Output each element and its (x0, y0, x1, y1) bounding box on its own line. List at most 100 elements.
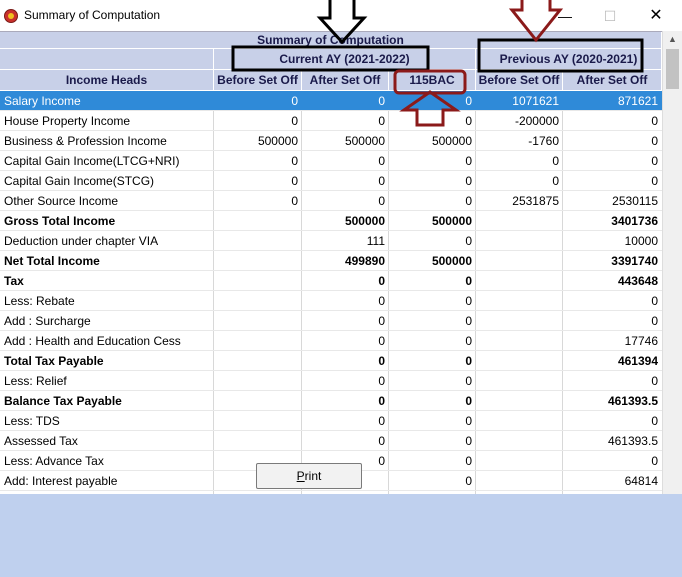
table-row[interactable]: Capital Gain Income(LTCG+NRI) 0 0 0 0 0 (0, 151, 662, 171)
row-value-cell: 0 (378, 434, 385, 448)
row-value-cell (476, 451, 563, 471)
window-title: Summary of Computation (24, 8, 161, 22)
row-value-cell: 871621 (617, 94, 658, 108)
row-value-cell: 500000 (257, 134, 298, 148)
row-income-head: Other Source Income (4, 194, 119, 208)
row-value-cell: 0 (465, 174, 472, 188)
computation-grid: Summary of Computation Current AY (2021-… (0, 31, 662, 495)
table-row[interactable]: Net Total Income 499890 500000 3391740 (0, 251, 662, 271)
group-header-previous-ay: Previous AY (2020-2021) (476, 49, 662, 70)
col-header-current-after[interactable]: After Set Off (302, 70, 389, 91)
row-value-cell: 0 (465, 234, 472, 248)
row-value-cell: 0 (465, 114, 472, 128)
row-value-cell: 0 (378, 414, 385, 428)
row-value-cell: 461394 (617, 354, 658, 368)
vertical-scrollbar[interactable]: ▲ (662, 31, 682, 494)
col-header-previous-before[interactable]: Before Set Off (476, 70, 563, 91)
table-row[interactable]: Assessed Tax 0 0 461393.5 (0, 431, 662, 451)
row-value-cell: 499890 (344, 254, 385, 268)
row-value-cell: 3391740 (611, 254, 658, 268)
minimize-button[interactable]: — (545, 4, 585, 28)
row-income-head: Gross Total Income (4, 214, 116, 228)
row-value-cell: 0 (291, 154, 298, 168)
table-row[interactable]: Deduction under chapter VIA 111 0 10000 (0, 231, 662, 251)
row-value-cell: -200000 (514, 114, 559, 128)
row-value-cell: 0 (465, 154, 472, 168)
row-value-cell: 443648 (617, 274, 658, 288)
row-income-head: Less: Rebate (4, 294, 75, 308)
close-button[interactable]: ✕ (636, 4, 676, 28)
row-value-cell (476, 371, 563, 391)
scroll-thumb[interactable] (666, 49, 679, 89)
row-value-cell (476, 271, 563, 291)
row-value-cell (214, 411, 302, 431)
row-value-cell: 461393.5 (607, 394, 658, 408)
footer-panel (0, 494, 682, 577)
table-row[interactable]: Less: TDS 0 0 0 (0, 411, 662, 431)
col-header-income-heads[interactable]: Income Heads (0, 70, 214, 91)
row-value-cell: 0 (651, 174, 658, 188)
row-value-cell: 0 (378, 394, 385, 408)
row-value-cell: 0 (378, 274, 385, 288)
table-row[interactable]: Less: Relief 0 0 0 (0, 371, 662, 391)
print-accelerator: P (296, 469, 305, 483)
row-value-cell: 64814 (624, 474, 658, 488)
row-income-head: Add : Health and Education Cess (4, 334, 181, 348)
table-row[interactable]: Balance Tax Payable 0 0 461393.5 (0, 391, 662, 411)
row-value-cell: 2531875 (512, 194, 559, 208)
maximize-button[interactable]: ☐ (590, 4, 630, 28)
row-value-cell: 0 (552, 174, 559, 188)
row-value-cell (214, 331, 302, 351)
table-row[interactable]: Tax 0 0 443648 (0, 271, 662, 291)
row-value-cell: 3401736 (611, 214, 658, 228)
row-income-head: Less: Relief (4, 374, 67, 388)
table-row[interactable]: Add : Surcharge 0 0 0 (0, 311, 662, 331)
row-value-cell: 0 (651, 314, 658, 328)
row-value-cell (214, 431, 302, 451)
row-value-cell: 0 (378, 294, 385, 308)
group-header-current-ay: Current AY (2021-2022) (214, 49, 476, 70)
row-value-cell: 0 (291, 194, 298, 208)
print-button[interactable]: Print (256, 463, 362, 489)
row-value-cell: 0 (465, 454, 472, 468)
row-value-cell: 0 (651, 374, 658, 388)
row-income-head: Deduction under chapter VIA (4, 234, 159, 248)
row-value-cell: 0 (465, 474, 472, 488)
row-income-head: Net Total Income (4, 254, 100, 268)
row-value-cell: 0 (465, 294, 472, 308)
table-row[interactable]: Salary Income 0 0 0 1071621 871621 (0, 91, 662, 111)
row-income-head: Assessed Tax (4, 434, 78, 448)
table-row[interactable]: Capital Gain Income(STCG) 0 0 0 0 0 (0, 171, 662, 191)
grid-banner: Summary of Computation (0, 32, 662, 49)
row-value-cell: 0 (291, 94, 298, 108)
row-value-cell: 0 (651, 294, 658, 308)
row-value-cell: 1071621 (512, 94, 559, 108)
col-header-previous-after[interactable]: After Set Off (563, 70, 662, 91)
table-row[interactable]: Total Tax Payable 0 0 461394 (0, 351, 662, 371)
row-value-cell: 0 (651, 154, 658, 168)
row-value-cell: 0 (465, 194, 472, 208)
row-value-cell: -1760 (528, 134, 559, 148)
row-income-head: Total Tax Payable (4, 354, 104, 368)
table-row[interactable]: Less: Rebate 0 0 0 (0, 291, 662, 311)
row-value-cell: 2530115 (612, 194, 658, 208)
row-income-head: Add : Surcharge (4, 314, 91, 328)
col-header-115bac[interactable]: 115BAC (389, 70, 476, 91)
row-value-cell (476, 431, 563, 451)
row-value-cell (214, 311, 302, 331)
row-value-cell: 0 (651, 134, 658, 148)
row-value-cell: 0 (378, 94, 385, 108)
row-value-cell: 500000 (344, 214, 385, 228)
row-value-cell (476, 351, 563, 371)
table-row[interactable]: Other Source Income 0 0 0 2531875 2530115 (0, 191, 662, 211)
table-row[interactable]: House Property Income 0 0 0 -200000 0 (0, 111, 662, 131)
table-row[interactable]: Gross Total Income 500000 500000 3401736 (0, 211, 662, 231)
scroll-up-arrow-icon[interactable]: ▲ (663, 31, 682, 48)
row-value-cell: 0 (378, 334, 385, 348)
table-row[interactable]: Business & Profession Income 500000 500000… (0, 131, 662, 151)
table-row[interactable]: Add : Health and Education Cess 0 0 17746 (0, 331, 662, 351)
row-value-cell (476, 211, 563, 231)
row-value-cell: 461393.5 (607, 434, 658, 448)
col-header-current-before[interactable]: Before Set Off (214, 70, 302, 91)
row-income-head: Business & Profession Income (4, 134, 167, 148)
